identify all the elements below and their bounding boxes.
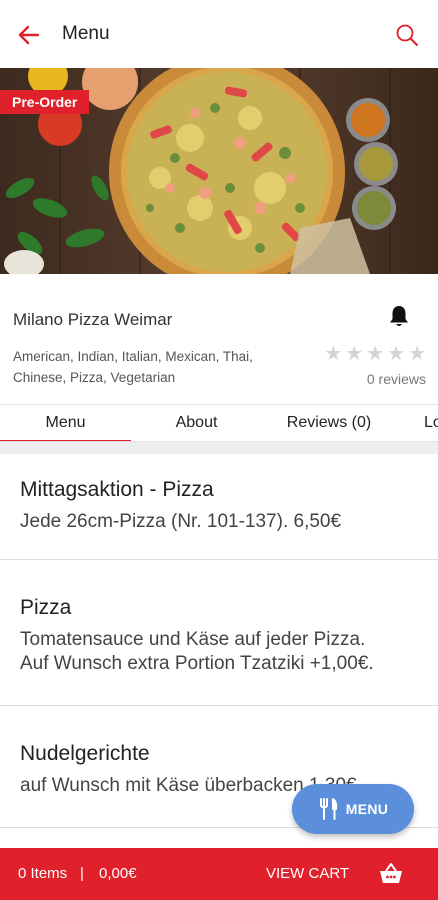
fork-knife-icon (319, 798, 337, 820)
star-icon: ★ (408, 343, 426, 365)
fab-label: MENU (345, 801, 389, 817)
tab-menu[interactable]: Menu (0, 405, 131, 441)
cart-bar[interactable]: 0 Items | 0,00€ VIEW CART (0, 848, 438, 900)
category-description: Jede 26cm-Pizza (Nr. 101-137). 6,50€ (20, 511, 342, 532)
menu-fab-button[interactable]: MENU (292, 784, 414, 834)
bell-icon[interactable] (388, 304, 410, 328)
rating-stars: ★ ★ ★ ★ ★ (324, 344, 426, 364)
page-title: Menu (62, 23, 110, 44)
category-item[interactable]: Pizza Tomatensauce und Käse auf jeder Pi… (0, 560, 438, 706)
cart-separator: | (80, 865, 84, 882)
star-icon: ★ (345, 343, 364, 365)
category-title: Pizza (20, 596, 72, 619)
search-icon[interactable] (394, 22, 420, 48)
tab-bar: Menu About Reviews (0) Lo (0, 404, 438, 442)
category-item[interactable]: Mittagsaktion - Pizza Jede 26cm-Pizza (N… (0, 454, 438, 560)
restaurant-info: Milano Pizza Weimar American, Indian, It… (0, 274, 438, 404)
view-cart-button[interactable]: VIEW CART (266, 865, 349, 882)
pre-order-badge: Pre-Order (0, 90, 90, 114)
star-icon: ★ (324, 343, 343, 365)
cuisine-list: American, Indian, Italian, Mexican, Thai… (13, 349, 253, 385)
arrow-left-icon[interactable] (16, 22, 42, 48)
tab-reviews[interactable]: Reviews (0) (262, 405, 396, 441)
cart-total: 0,00€ (99, 865, 137, 882)
tab-location[interactable]: Lo (424, 405, 438, 441)
cart-item-count: 0 Items (18, 865, 68, 882)
app-bar: Menu (0, 0, 438, 68)
restaurant-name: Milano Pizza Weimar (13, 310, 173, 329)
tab-about[interactable]: About (131, 405, 262, 441)
category-description: Tomatensauce und Käse auf jeder Pizza. A… (20, 629, 374, 674)
category-title: Mittagsaktion - Pizza (20, 478, 214, 501)
basket-icon[interactable] (378, 860, 404, 886)
section-divider (0, 442, 438, 454)
reviews-count: 0 reviews (366, 371, 426, 387)
star-icon: ★ (387, 343, 406, 365)
category-title: Nudelgerichte (20, 742, 150, 765)
star-icon: ★ (366, 343, 385, 365)
